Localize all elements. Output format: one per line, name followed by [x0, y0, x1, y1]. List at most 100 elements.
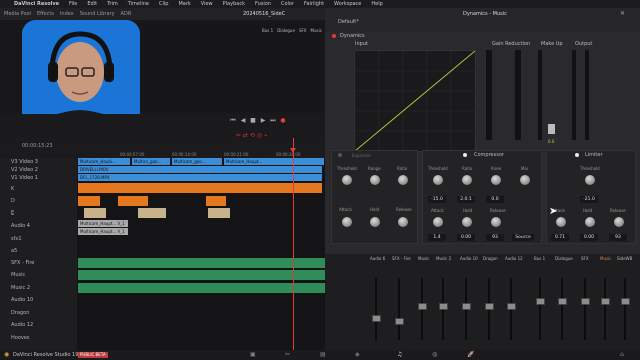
menu-clip[interactable]: Clip: [154, 0, 173, 8]
forward-icon[interactable]: ⏭: [270, 118, 276, 124]
expander-toggle[interactable]: [338, 153, 342, 157]
home-icon[interactable]: ⌂: [620, 350, 624, 360]
menu-workspace[interactable]: Workspace: [329, 0, 366, 8]
menu-playback[interactable]: Playback: [218, 0, 250, 8]
fader-knob[interactable]: [372, 315, 381, 322]
tab-music[interactable]: Music: [311, 28, 322, 33]
fader-knob[interactable]: [536, 298, 545, 305]
clip[interactable]: Multicam_Haupt... V_1: [78, 228, 128, 235]
menu-help[interactable]: Help: [366, 0, 387, 8]
index-button[interactable]: Index: [60, 8, 74, 20]
fader-knob[interactable]: [485, 303, 494, 310]
clip[interactable]: DRIVELLI.MOV: [78, 166, 322, 173]
stop-icon[interactable]: ■: [250, 118, 256, 124]
menu-mark[interactable]: Mark: [173, 0, 195, 8]
comp-mix-knob[interactable]: [519, 174, 531, 186]
exp-range-knob[interactable]: [369, 174, 381, 186]
audio-clip-k[interactable]: [78, 183, 322, 193]
comp-ratio-value[interactable]: 2.0:1: [457, 196, 475, 203]
play-icon[interactable]: ▶: [260, 118, 266, 124]
audio-clip-e[interactable]: [208, 208, 230, 218]
fader-knob[interactable]: [439, 303, 448, 310]
exp-release-knob[interactable]: [397, 216, 409, 228]
comp-knee-value[interactable]: 0.0: [486, 196, 504, 203]
menu-view[interactable]: View: [196, 0, 218, 8]
comp-release-knob[interactable]: [490, 216, 502, 228]
menu-edit[interactable]: Edit: [82, 0, 102, 8]
clip[interactable]: Multics_goo...: [132, 158, 170, 165]
clip[interactable]: DFL_1728.MP4: [78, 174, 322, 181]
tab-sfx[interactable]: SFX: [299, 28, 307, 33]
page-fairlight-icon[interactable]: ♫: [397, 350, 402, 360]
clip[interactable]: Multicam_Haubi...: [78, 158, 130, 165]
lim-hold-knob[interactable]: [584, 216, 596, 228]
exp-attack-knob[interactable]: [341, 216, 353, 228]
comp-release-value[interactable]: 93: [486, 234, 504, 241]
page-fusion-icon[interactable]: ◈: [355, 350, 360, 360]
tab-dialogue[interactable]: Dialogue: [277, 28, 295, 33]
limiter-toggle[interactable]: [575, 153, 579, 157]
menu-trim[interactable]: Trim: [102, 0, 123, 8]
fader-knob[interactable]: [507, 303, 516, 310]
menu-color[interactable]: Color: [276, 0, 299, 8]
adr-button[interactable]: ADR: [121, 8, 132, 20]
fader-knob[interactable]: [395, 318, 404, 325]
menu-fairlight[interactable]: Fairlight: [299, 0, 329, 8]
record-icon[interactable]: ●: [280, 118, 286, 124]
playhead[interactable]: [293, 138, 294, 350]
sidechain-source-dropdown[interactable]: Source: [512, 234, 534, 241]
audio-clip-d[interactable]: [206, 196, 226, 206]
fader-knob[interactable]: [558, 298, 567, 305]
lim-release-knob[interactable]: [613, 216, 625, 228]
comp-hold-value[interactable]: 0.00: [457, 234, 475, 241]
comp-hold-knob[interactable]: [461, 216, 473, 228]
effects-button[interactable]: Effects: [37, 8, 54, 20]
comp-attack-value[interactable]: 1.4: [428, 234, 446, 241]
menu-file[interactable]: File: [64, 0, 82, 8]
preset-dropdown[interactable]: Default*: [338, 19, 359, 25]
lim-attack-value[interactable]: 0.71: [551, 234, 569, 241]
bypass-icon[interactable]: [332, 34, 336, 38]
exp-ratio-knob[interactable]: [397, 174, 409, 186]
lim-release-value[interactable]: 93: [609, 234, 627, 241]
fader-knob[interactable]: [418, 303, 427, 310]
page-edit-icon[interactable]: ▤: [320, 350, 326, 360]
comp-attack-knob[interactable]: [432, 216, 444, 228]
lim-threshold-knob[interactable]: [584, 174, 596, 186]
fader-knob[interactable]: [462, 303, 471, 310]
back-icon[interactable]: ◀: [240, 118, 246, 124]
tab-bus1[interactable]: Bus 1: [262, 28, 273, 33]
audio-clip-d[interactable]: [118, 196, 148, 206]
makeup-fader[interactable]: [548, 124, 555, 134]
compressor-toggle[interactable]: [463, 153, 467, 157]
page-deliver-icon[interactable]: 🚀: [467, 350, 474, 360]
audio-clip-e[interactable]: [138, 208, 166, 218]
comp-ratio-knob[interactable]: [461, 174, 473, 186]
comp-threshold-knob[interactable]: [432, 174, 444, 186]
comp-knee-knob[interactable]: [490, 174, 502, 186]
menu-fusion[interactable]: Fusion: [250, 0, 276, 8]
menu-timeline[interactable]: Timeline: [123, 0, 154, 8]
rewind-icon[interactable]: ⏮: [230, 118, 236, 124]
media-pool-button[interactable]: Media Pool: [4, 8, 31, 20]
page-cut-icon[interactable]: ✂: [285, 350, 290, 360]
lim-hold-value[interactable]: 0.00: [580, 234, 598, 241]
playhead-handle[interactable]: [290, 148, 296, 153]
fader-knob[interactable]: [621, 298, 630, 305]
exp-hold-knob[interactable]: [369, 216, 381, 228]
exp-threshold-knob[interactable]: [341, 174, 353, 186]
close-icon[interactable]: ✕: [620, 10, 625, 17]
fader-knob[interactable]: [601, 298, 610, 305]
page-media-icon[interactable]: ▣: [250, 350, 256, 360]
page-color-icon[interactable]: ◍: [432, 350, 437, 360]
audio-clip-e[interactable]: [84, 208, 106, 218]
lim-attack-knob[interactable]: [555, 216, 567, 228]
app-menu[interactable]: DaVinci Resolve: [0, 0, 64, 8]
lim-threshold-value[interactable]: -21.0: [580, 196, 598, 203]
audio-clip-d[interactable]: [78, 196, 100, 206]
fader-knob[interactable]: [581, 298, 590, 305]
comp-threshold-value[interactable]: -15.0: [428, 196, 446, 203]
clip[interactable]: Multicam_Haupt...: [224, 158, 324, 165]
sound-library-button[interactable]: Sound Library: [80, 8, 115, 20]
clip[interactable]: Multicam_goo...: [172, 158, 222, 165]
